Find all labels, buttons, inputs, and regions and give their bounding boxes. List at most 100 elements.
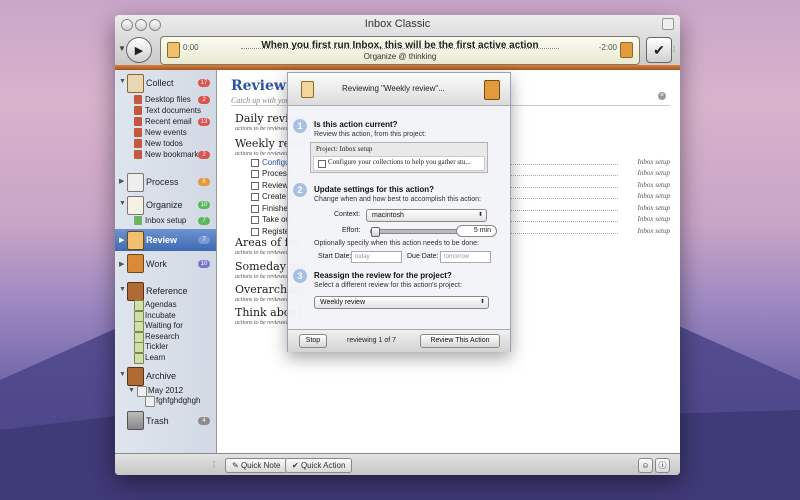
folder-icon: [134, 353, 144, 364]
bookmark-icon: [134, 150, 142, 159]
page-title: Review: [231, 78, 286, 94]
step-3-badge: 3: [293, 269, 307, 283]
disclosure-open-icon[interactable]: ▼: [128, 387, 135, 394]
disclosure-closed-icon[interactable]: ▶: [119, 260, 124, 268]
quick-action-button[interactable]: ✔ Quick Action: [285, 458, 353, 473]
play-button[interactable]: ▶: [126, 37, 152, 63]
document-icon: [134, 106, 142, 115]
sidebar-item-reference[interactable]: ▼ Reference: [115, 282, 216, 301]
review-panel-title: Reviewing "Weekly review"...: [342, 84, 445, 93]
sidebar-item-archive[interactable]: ▼ Archive: [115, 367, 216, 386]
sidebar-item-work[interactable]: ▶ Work 10: [115, 254, 216, 273]
collect-count-badge: 17: [198, 79, 210, 87]
action-checkbox[interactable]: [251, 205, 259, 213]
sidebar-item-desktop-files[interactable]: Desktop files 2: [115, 95, 216, 105]
sidebar-item-review[interactable]: ▶ Review 7: [115, 229, 216, 251]
folder-icon: [134, 300, 144, 311]
current-action-context: Organize @ thinking: [363, 52, 437, 61]
calendar-icon: [134, 128, 142, 137]
sidebar-item-new-events[interactable]: New events: [115, 128, 216, 138]
time-remaining: -2:00: [598, 43, 617, 52]
sidebar-item-learn[interactable]: Learn: [115, 353, 216, 364]
project-icon: [134, 216, 142, 225]
disclosure-open-icon[interactable]: ▼: [119, 78, 126, 85]
effort-slider[interactable]: [370, 227, 460, 237]
titlebar: Inbox Classic ▼ ▶ 0:00 When you first ru…: [115, 15, 680, 68]
current-action-display: 0:00 When you first run Inbox, this will…: [160, 36, 640, 65]
check-icon: ✔: [292, 461, 301, 470]
step-1-badge: 1: [293, 119, 307, 133]
review-progress-text: reviewing 1 of 7: [347, 337, 397, 344]
resize-grip-icon[interactable]: ⁞: [673, 45, 675, 54]
mail-icon: [134, 117, 142, 126]
disclosure-closed-icon[interactable]: ▶: [119, 236, 124, 244]
archive-box-icon: [127, 367, 144, 386]
filing-cabinet-icon: [127, 282, 144, 301]
sidebar-item-new-bookmarks[interactable]: New bookmarks 2: [115, 150, 216, 160]
inbox-tray-icon: [127, 74, 144, 93]
fullscreen-button[interactable]: [662, 18, 674, 30]
checkmark-icon: ✔: [653, 41, 665, 58]
sidebar-item-collect[interactable]: ▼ Collect 17: [115, 74, 216, 93]
sidebar-item-waiting-for[interactable]: Waiting for: [115, 321, 216, 332]
toolbar-collapse-icon[interactable]: ▼: [118, 44, 126, 53]
resize-grip-icon[interactable]: ⁞: [213, 460, 215, 469]
todo-icon: [134, 139, 142, 148]
sidebar-item-process[interactable]: ▶ Process 6: [115, 173, 216, 192]
project-name: Project: Inbox setup: [316, 145, 373, 153]
action-checkbox[interactable]: [318, 160, 326, 168]
action-checkbox[interactable]: [251, 182, 259, 190]
sidebar-item-text-documents[interactable]: Text documents: [115, 106, 216, 116]
sidebar-item-incubate[interactable]: Incubate: [115, 311, 216, 322]
sidebar-item-trash[interactable]: Trash 4: [115, 411, 216, 430]
review-panel-header: Reviewing "Weekly review"...: [288, 73, 510, 106]
chevron-updown-icon: ⬍: [479, 299, 485, 305]
folder-icon: [134, 321, 144, 332]
review-select[interactable]: Weekly review ⬍: [314, 296, 489, 309]
folder-icon: [134, 342, 144, 353]
step-2-badge: 2: [293, 183, 307, 197]
sidebar-item-research[interactable]: Research: [115, 332, 216, 343]
close-icon[interactable]: ×: [658, 92, 666, 100]
note-icon: [301, 81, 314, 98]
review-this-action-button[interactable]: Review This Action: [420, 334, 500, 348]
pencil-icon: ✎: [232, 461, 241, 470]
disclosure-open-icon[interactable]: ▼: [119, 200, 126, 207]
due-date-field[interactable]: tomorrow: [440, 251, 491, 263]
effort-field[interactable]: 5 min: [456, 225, 497, 237]
review-panel: Reviewing "Weekly review"... 1 Is this a…: [287, 72, 511, 352]
sidebar-item-organize[interactable]: ▼ Organize 10: [115, 196, 216, 215]
current-action-title: When you first run Inbox, this will be t…: [261, 40, 539, 51]
complete-action-button[interactable]: ✔: [646, 37, 672, 63]
sidebar-item-may-2012[interactable]: ▼ May 2012: [115, 386, 216, 397]
disclosure-closed-icon[interactable]: ▶: [119, 177, 124, 185]
sidebar-item-tickler[interactable]: Tickler: [115, 342, 216, 353]
document-icon: [145, 396, 155, 407]
sidebar-item-archived-entry[interactable]: fghfghdghgh: [115, 396, 216, 407]
action-checkbox[interactable]: [251, 159, 259, 167]
disclosure-open-icon[interactable]: ▼: [119, 286, 126, 293]
sidebar-item-recent-email[interactable]: Recent email 13: [115, 117, 216, 127]
quick-note-button[interactable]: ✎ Quick Note: [225, 458, 288, 473]
sidebar-item-agendas[interactable]: Agendas: [115, 300, 216, 311]
disclosure-open-icon[interactable]: ▼: [119, 371, 126, 378]
work-briefcase-icon: [127, 254, 144, 273]
info-icon[interactable]: ⓘ: [655, 458, 670, 473]
action-checkbox[interactable]: [251, 216, 259, 224]
sidebar-item-new-todos[interactable]: New todos: [115, 139, 216, 149]
context-select[interactable]: macintosh ⬍: [366, 209, 487, 222]
action-checkbox[interactable]: [251, 170, 259, 178]
action-checkbox[interactable]: [251, 193, 259, 201]
stop-button[interactable]: Stop: [299, 334, 327, 348]
organize-folder-icon: [127, 196, 144, 215]
review-panel-footer: Stop reviewing 1 of 7 Review This Action: [288, 329, 510, 352]
action-checkbox[interactable]: [251, 228, 259, 236]
start-date-field[interactable]: today: [351, 251, 402, 263]
chevron-updown-icon: ⬍: [477, 212, 483, 218]
play-icon: ▶: [134, 44, 144, 57]
project-action-row[interactable]: Configure your collections to help you g…: [313, 156, 485, 171]
effort-slider-knob[interactable]: [371, 227, 380, 237]
bottom-bar: ⁞ ✎ Quick Note ✔ Quick Action ☺ ⓘ: [115, 453, 680, 475]
smiley-icon[interactable]: ☺: [638, 458, 653, 473]
sidebar-item-inbox-setup[interactable]: Inbox setup 7: [115, 216, 216, 226]
